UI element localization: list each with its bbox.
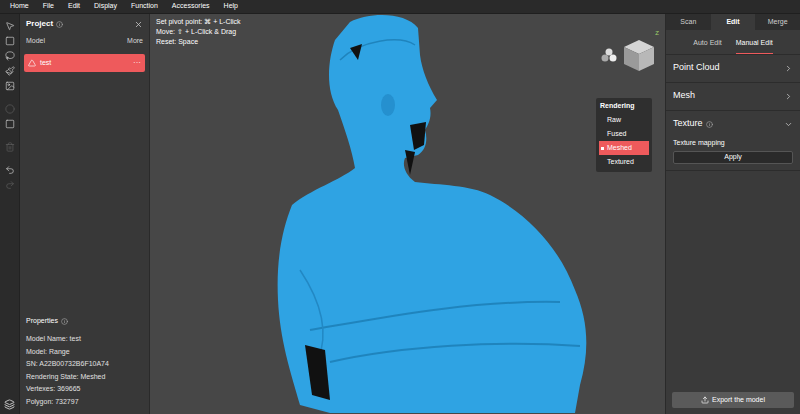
info-icon[interactable] [61, 318, 68, 325]
chevron-right-icon [784, 64, 793, 73]
rendering-panel: RenderingRawFusedMeshedTextured [596, 98, 652, 172]
view-cube[interactable]: Z [601, 36, 657, 74]
rendering-title: Rendering [599, 101, 649, 113]
texture-content: Texture mapping Apply [666, 138, 800, 170]
main-tab[interactable]: Scan [666, 14, 711, 30]
more-button[interactable]: More [127, 36, 143, 47]
rendering-option[interactable]: Textured [599, 155, 649, 169]
rendering-option[interactable]: Fused [599, 127, 649, 141]
square-icon [5, 119, 15, 129]
redo-icon [5, 180, 15, 190]
properties: Properties Model Name: testModel: RangeSN… [20, 313, 149, 414]
menu-item[interactable]: Help [224, 1, 238, 12]
layers-icon[interactable] [4, 399, 15, 410]
info-icon[interactable] [56, 21, 63, 28]
menu-bar: Home File Edit Display Function Accessories He… [0, 0, 800, 14]
texture-mapping-label: Texture mapping [673, 138, 793, 149]
hint-text: Reset: Space [156, 37, 241, 47]
section-header[interactable]: Mesh [666, 83, 800, 110]
close-icon[interactable] [134, 20, 143, 29]
model-column-header: Model More [20, 34, 149, 48]
rendering-option[interactable]: Raw [599, 113, 649, 127]
menu-item[interactable]: Function [131, 1, 158, 12]
info-icon[interactable] [706, 121, 713, 128]
section: TextureTexture mapping Apply [666, 111, 800, 171]
trash-icon [5, 142, 15, 152]
chevron-right-icon [784, 92, 793, 101]
image-icon [5, 81, 15, 91]
lasso-icon [5, 51, 15, 61]
tool-button[interactable] [2, 48, 18, 63]
section: Mesh [666, 83, 800, 111]
apply-button[interactable]: Apply [673, 151, 793, 164]
hint-text: Move: ⇧ + L-Click & Drag [156, 27, 241, 37]
left-toolbar [0, 14, 20, 414]
rect-select-icon [5, 36, 15, 46]
tool-button[interactable] [2, 63, 18, 78]
property-row: Polygon: 732797 [26, 396, 143, 409]
tool-button[interactable] [2, 139, 18, 154]
section: Point Cloud [666, 55, 800, 83]
property-row: Rendering State: Meshed [26, 371, 143, 384]
hints: Set pivot point: ⌘ + L-ClickMove: ⇧ + L-… [156, 17, 241, 47]
section-header[interactable]: Point Cloud [666, 55, 800, 82]
tool-button[interactable] [2, 116, 18, 131]
section-header[interactable]: Texture [666, 111, 800, 138]
main-tab[interactable]: Merge [755, 14, 800, 30]
property-row: Vertexes: 369665 [26, 383, 143, 396]
export-icon [701, 396, 709, 404]
model-item[interactable]: test ··· [24, 54, 145, 72]
scanned-model[interactable] [270, 14, 590, 414]
menu-item[interactable]: File [43, 1, 54, 12]
hint-text: Set pivot point: ⌘ + L-Click [156, 17, 241, 27]
right-panel: ScanEditMerge Auto Edit Manual EditPoint C… [665, 14, 800, 414]
main-tab[interactable]: Edit [711, 14, 756, 30]
properties-title: Properties [26, 316, 58, 327]
project-title: Project [26, 18, 53, 30]
project-panel: Project Model More test ··· Properties Model N… [20, 14, 150, 414]
main-tabs: ScanEditMerge [666, 14, 800, 30]
cube-icon [621, 36, 657, 74]
app: Home File Edit Display Function Accessories He… [0, 0, 800, 414]
menu-item[interactable]: Edit [68, 1, 80, 12]
spheres-icon[interactable] [601, 48, 617, 62]
property-row: Model: Range [26, 346, 143, 359]
rendering-option[interactable]: Meshed [599, 141, 649, 155]
export-button[interactable]: Export the model [672, 392, 794, 408]
model-icon [28, 59, 36, 67]
pointer-icon [5, 21, 15, 31]
project-header: Project [20, 14, 149, 34]
edit-modes: Auto Edit Manual Edit [666, 30, 800, 55]
property-row: SN: A22B00732B6F10A74 [26, 358, 143, 371]
edit-mode-tab[interactable]: Auto Edit [693, 38, 721, 54]
model-name: test [40, 58, 51, 69]
property-row: Model Name: test [26, 333, 143, 346]
circle-icon [5, 104, 15, 114]
edit-mode-tab[interactable]: Manual Edit [736, 38, 773, 54]
tool-button[interactable] [2, 78, 18, 93]
tool-button[interactable] [2, 33, 18, 48]
tool-button[interactable] [2, 101, 18, 116]
chevron-down-icon [784, 120, 793, 129]
menu-item[interactable]: Home [10, 1, 29, 12]
axis-label: Z [655, 30, 659, 36]
tool-button[interactable] [2, 18, 18, 33]
tool-button[interactable] [2, 177, 18, 192]
undo-icon [5, 165, 15, 175]
tool-button[interactable] [2, 162, 18, 177]
brush-icon [5, 66, 15, 76]
menu-item[interactable]: Accessories [172, 1, 210, 12]
model-menu[interactable]: ··· [133, 59, 141, 67]
column-label: Model [26, 36, 45, 47]
menu-item[interactable]: Display [94, 1, 117, 12]
viewport[interactable]: Set pivot point: ⌘ + L-ClickMove: ⇧ + L-… [150, 14, 665, 414]
